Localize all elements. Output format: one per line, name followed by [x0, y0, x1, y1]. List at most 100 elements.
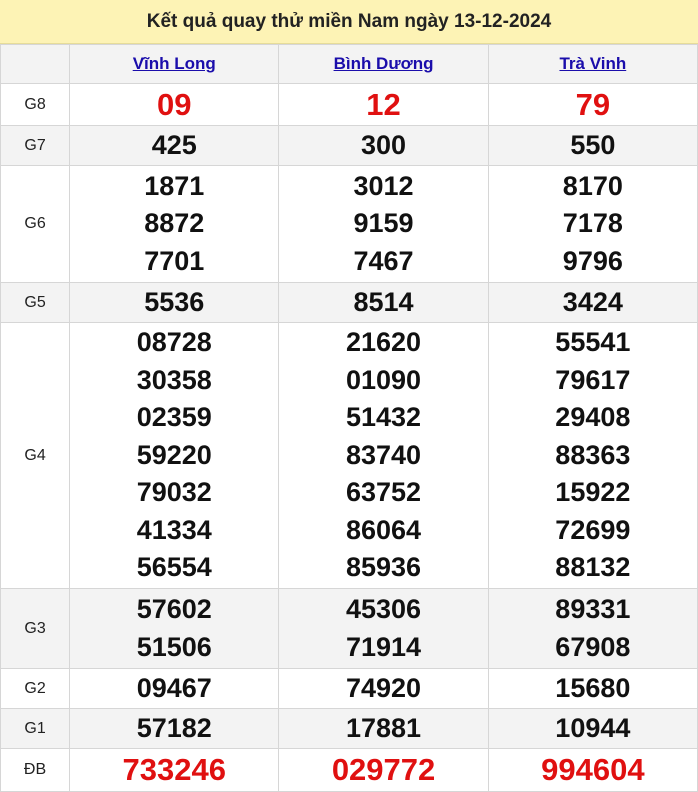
result-cell: 15680 — [487, 668, 698, 709]
result-number: 51432 — [345, 402, 422, 433]
prize-label: G5 — [0, 282, 71, 323]
special-prize-number: 994604 — [541, 752, 645, 788]
result-number: 72699 — [555, 514, 631, 545]
result-number: 51506 — [136, 631, 212, 662]
prize-label: G4 — [0, 322, 71, 589]
result-number: 30358 — [136, 364, 212, 395]
result-cell: 09 — [69, 83, 280, 126]
result-cell: 89331 67908 — [487, 588, 698, 669]
result-cell: 45306 71914 — [278, 588, 489, 669]
result-cell: 55541 79617 29408 88363 15922 72699 8813… — [487, 322, 698, 589]
prize-row-g8: G8 09 12 79 — [0, 83, 698, 126]
prize-row-g2: G2 09467 74920 15680 — [0, 668, 698, 709]
result-number: 17881 — [345, 712, 422, 743]
result-cell: 08728 30358 02359 59220 79032 41334 5655… — [69, 322, 280, 589]
result-number: 3012 — [353, 170, 414, 201]
prize-label: G3 — [0, 588, 71, 669]
result-number: 41334 — [136, 514, 212, 545]
result-cell: 8170 7178 9796 — [487, 165, 698, 283]
prize-label: G6 — [0, 165, 71, 283]
result-cell: 8514 — [278, 282, 489, 323]
result-number: 83740 — [345, 439, 422, 470]
result-number: 7701 — [144, 245, 205, 276]
province-cell: Vĩnh Long — [69, 44, 280, 84]
result-cell: 5536 — [69, 282, 280, 323]
province-cell: Trà Vinh — [487, 44, 698, 84]
province-link-tra-vinh[interactable]: Trà Vinh — [559, 54, 626, 73]
prize-label: G7 — [0, 125, 71, 166]
prize-label: G2 — [0, 668, 71, 709]
results-table: Vĩnh Long Bình Dương Trà Vinh G8 09 12 7… — [0, 44, 698, 792]
result-number: 01090 — [345, 364, 422, 395]
prize-row-g4: G4 08728 30358 02359 59220 79032 41334 5… — [0, 322, 698, 589]
result-number: 63752 — [345, 477, 422, 508]
result-number: 8170 — [562, 170, 623, 201]
result-cell: 12 — [278, 83, 489, 126]
result-cell: 300 — [278, 125, 489, 166]
result-number: 15680 — [555, 672, 631, 703]
result-cell: 733246 — [69, 748, 280, 792]
province-link-binh-duong[interactable]: Bình Dương — [334, 54, 434, 73]
result-number: 550 — [570, 129, 616, 160]
result-number: 45306 — [345, 594, 422, 624]
prize-label: ĐB — [0, 748, 71, 792]
result-number: 71914 — [345, 631, 422, 662]
result-cell: 550 — [487, 125, 698, 166]
result-number: 85936 — [345, 552, 422, 583]
result-cell: 3012 9159 7467 — [278, 165, 489, 283]
result-number: 12 — [366, 86, 401, 122]
result-cell: 57182 — [69, 708, 280, 749]
special-prize-number: 733246 — [122, 752, 226, 788]
result-number: 8514 — [353, 286, 414, 317]
result-number: 3424 — [562, 286, 623, 317]
result-cell: 3424 — [487, 282, 698, 323]
header-empty-cell — [0, 44, 71, 84]
result-number: 21620 — [345, 327, 422, 358]
result-number: 59220 — [136, 439, 212, 470]
result-cell: 17881 — [278, 708, 489, 749]
result-number: 7467 — [353, 245, 414, 276]
result-cell: 1871 8872 7701 — [69, 165, 280, 283]
result-cell: 994604 — [487, 748, 698, 792]
result-number: 10944 — [555, 712, 631, 743]
prize-row-g7: G7 425 300 550 — [0, 125, 698, 166]
result-number: 57602 — [136, 594, 212, 624]
result-number: 79032 — [136, 477, 212, 508]
prize-row-special: ĐB 733246 029772 994604 — [0, 748, 698, 792]
result-number: 9796 — [562, 245, 623, 276]
result-number: 425 — [151, 129, 197, 160]
result-number: 88132 — [555, 552, 631, 583]
result-cell: 029772 — [278, 748, 489, 792]
result-number: 74920 — [345, 672, 422, 703]
result-number: 29408 — [555, 402, 631, 433]
result-number: 5536 — [144, 286, 205, 317]
result-cell: 74920 — [278, 668, 489, 709]
result-cell: 425 — [69, 125, 280, 166]
page-title: Kết quả quay thử miền Nam ngày 13-12-202… — [0, 0, 698, 44]
result-number: 02359 — [136, 402, 212, 433]
prize-row-g5: G5 5536 8514 3424 — [0, 282, 698, 323]
result-number: 57182 — [136, 712, 212, 743]
prize-row-g6: G6 1871 8872 7701 3012 9159 7467 8170 71… — [0, 165, 698, 283]
result-number: 79617 — [555, 364, 631, 395]
province-link-vinh-long[interactable]: Vĩnh Long — [133, 54, 216, 73]
result-number: 8872 — [144, 208, 205, 239]
result-cell: 21620 01090 51432 83740 63752 86064 8593… — [278, 322, 489, 589]
prize-row-g1: G1 57182 17881 10944 — [0, 708, 698, 749]
result-number: 86064 — [345, 514, 422, 545]
result-number: 1871 — [144, 170, 205, 201]
prize-label: G8 — [0, 83, 71, 126]
result-number: 7178 — [562, 208, 623, 239]
result-number: 79 — [575, 86, 611, 122]
result-cell: 09467 — [69, 668, 280, 709]
result-number: 9159 — [353, 208, 414, 239]
result-number: 09467 — [136, 672, 212, 703]
prize-label: G1 — [0, 708, 71, 749]
province-header-row: Vĩnh Long Bình Dương Trà Vinh — [0, 44, 698, 84]
result-number: 89331 — [555, 594, 631, 624]
result-number: 88363 — [555, 439, 631, 470]
result-cell: 57602 51506 — [69, 588, 280, 669]
result-number: 55541 — [555, 327, 631, 358]
prize-row-g3: G3 57602 51506 45306 71914 89331 67908 — [0, 588, 698, 669]
result-number: 09 — [157, 86, 192, 122]
